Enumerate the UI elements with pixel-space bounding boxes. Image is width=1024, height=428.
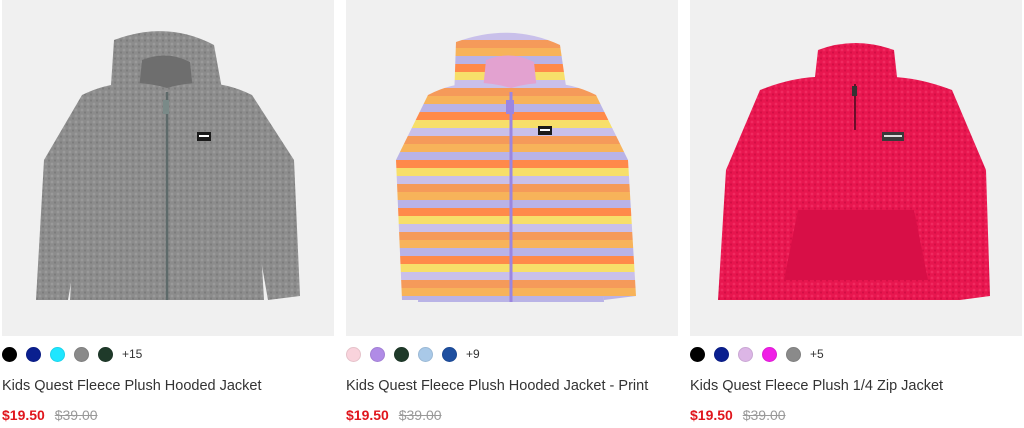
color-swatch[interactable] [2,346,17,362]
price-row: $19.50 $39.00 [690,407,786,423]
original-price: $39.00 [742,407,786,423]
color-swatch[interactable] [98,346,113,362]
price-row: $19.50 $39.00 [2,407,98,423]
color-swatch[interactable] [74,346,89,362]
color-swatch[interactable] [690,346,705,362]
product-image[interactable] [690,0,1022,336]
color-swatch[interactable] [370,346,385,362]
color-swatch[interactable] [346,346,361,362]
price-row: $19.50 $39.00 [346,407,442,423]
color-swatch[interactable] [418,346,433,362]
color-swatches: +9 [346,346,480,362]
product-card[interactable]: +15 Kids Quest Fleece Plush Hooded Jacke… [2,0,334,428]
color-swatch[interactable] [394,346,409,362]
color-swatches: +15 [2,346,142,362]
original-price: $39.00 [54,407,98,423]
product-card[interactable]: +9 Kids Quest Fleece Plush Hooded Jacket… [346,0,678,428]
more-colors-count[interactable]: +5 [810,347,824,361]
color-swatches: +5 [690,346,824,362]
sale-price: $19.50 [346,407,389,423]
gray-hooded-jacket-image [36,31,300,300]
product-title[interactable]: Kids Quest Fleece Plush Hooded Jacket - … [346,378,676,394]
more-colors-count[interactable]: +9 [466,347,480,361]
product-title[interactable]: Kids Quest Fleece Plush 1/4 Zip Jacket [690,378,1020,394]
product-title[interactable]: Kids Quest Fleece Plush Hooded Jacket [2,378,332,394]
color-swatch[interactable] [26,346,41,362]
color-swatch[interactable] [442,346,457,362]
color-swatch[interactable] [762,346,777,362]
color-swatch[interactable] [738,346,753,362]
more-colors-count[interactable]: +15 [122,347,142,361]
color-swatch[interactable] [786,346,801,362]
sale-price: $19.50 [690,407,733,423]
pink-quarter-zip-jacket-image [718,43,990,301]
product-card[interactable]: +5 Kids Quest Fleece Plush 1/4 Zip Jacke… [690,0,1022,428]
sale-price: $19.50 [2,407,45,423]
product-image[interactable] [346,0,678,336]
color-swatch[interactable] [50,346,65,362]
product-image[interactable] [2,0,334,336]
color-swatch[interactable] [714,346,729,362]
original-price: $39.00 [398,407,442,423]
striped-print-jacket-image [396,32,636,302]
